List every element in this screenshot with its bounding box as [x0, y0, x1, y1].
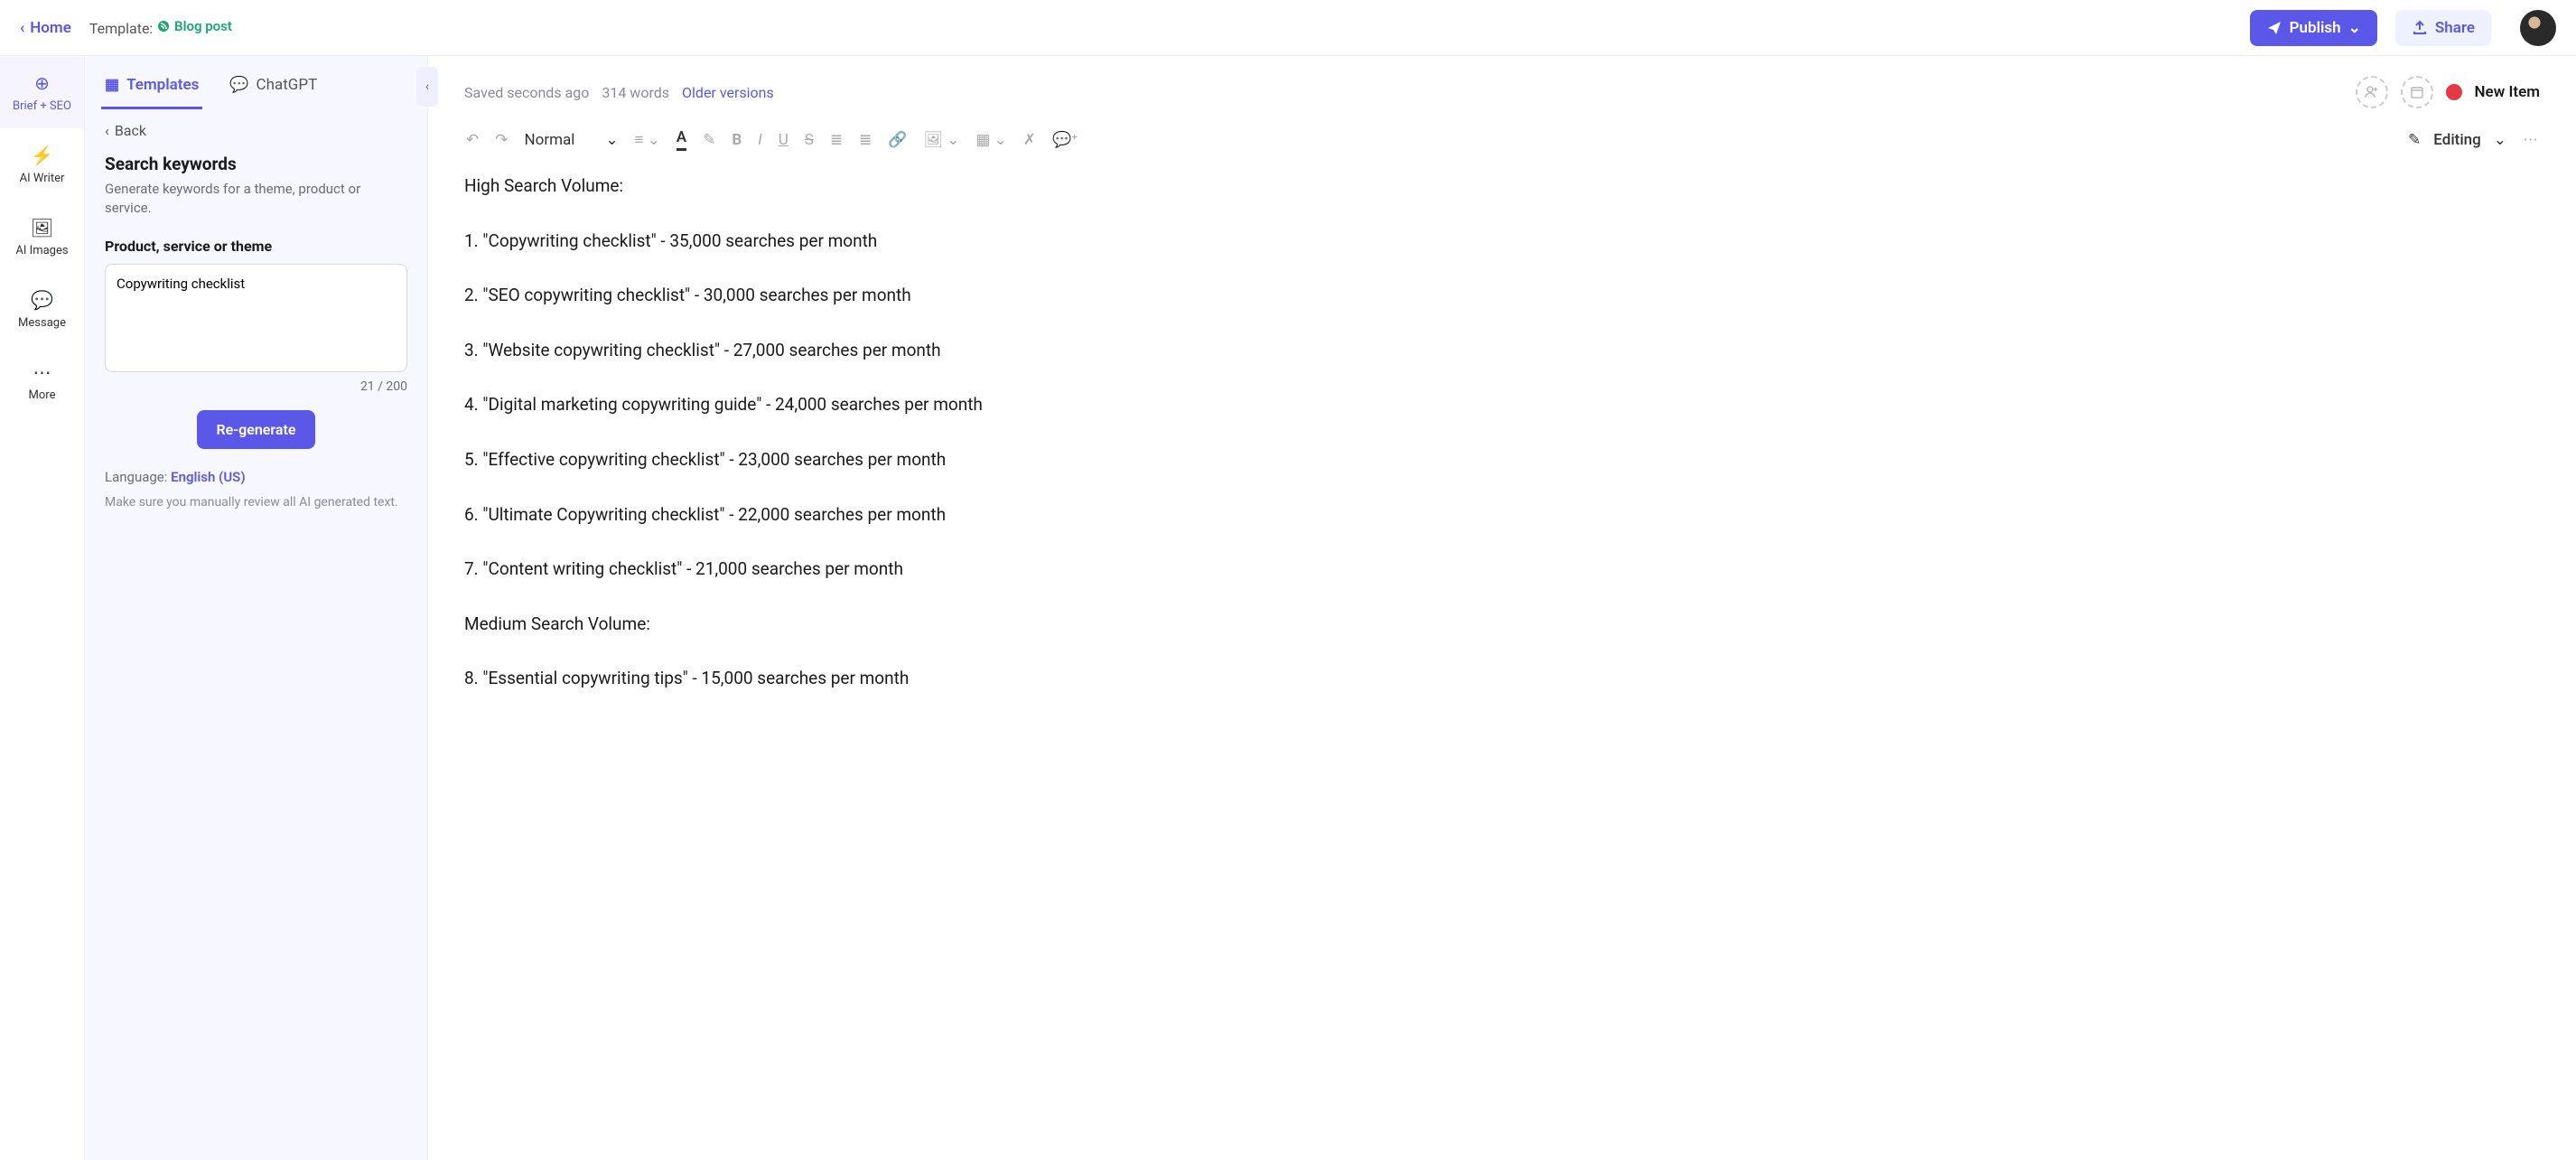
style-label: Normal [525, 131, 575, 149]
grid-icon: ▦ [105, 76, 119, 94]
tab-chatgpt[interactable]: 💬 ChatGPT [226, 67, 321, 109]
sidebar-item-label: AI Images [15, 244, 68, 257]
add-user-button[interactable] [2356, 76, 2388, 108]
home-label: Home [30, 19, 71, 37]
panel-title: Search keywords [105, 154, 407, 174]
tab-templates[interactable]: ▦ Templates [101, 67, 202, 109]
chat-icon: 💬 [229, 76, 248, 94]
style-select[interactable]: Normal ⌄ [525, 131, 619, 149]
sidebar-item-label: Brief + SEO [13, 99, 71, 113]
chevron-down-icon: ⌄ [2494, 131, 2506, 149]
template-name: Blog post [174, 18, 232, 34]
home-link[interactable]: ‹ Home [20, 19, 71, 37]
sidebar-item-brief-seo[interactable]: ⊕ Brief + SEO [0, 56, 84, 128]
bullet-list-button[interactable]: ≣ [830, 131, 843, 149]
disclaimer: Make sure you manually review all AI gen… [105, 494, 407, 512]
publish-label: Publish [2290, 19, 2341, 37]
share-label: Share [2435, 19, 2475, 37]
doc-line: 6. "Ultimate Copywriting checklist" - 22… [464, 503, 2540, 528]
link-button[interactable]: 🔗 [888, 131, 907, 149]
mode-label: Editing [2433, 131, 2480, 149]
chevron-down-icon: ⌄ [2348, 19, 2361, 37]
undo-button[interactable]: ↶ [466, 131, 479, 149]
pencil-icon: ✎ [2408, 131, 2421, 149]
calendar-button[interactable] [2401, 76, 2433, 108]
share-button[interactable]: Share [2395, 10, 2491, 46]
word-count: 314 words [602, 84, 669, 101]
collapse-panel-button[interactable]: ‹ [416, 67, 438, 107]
clear-format-button[interactable]: ✗ [1023, 131, 1036, 149]
bold-button[interactable]: B [732, 131, 742, 149]
tab-label: ChatGPT [257, 76, 318, 94]
language-link[interactable]: English (US) [171, 469, 245, 485]
doc-heading: Medium Search Volume: [464, 613, 2540, 637]
underline-button[interactable]: U [779, 131, 789, 149]
chat-icon: 💬 [31, 289, 53, 311]
sidebar-item-message[interactable]: 💬 Message [0, 273, 84, 345]
chevron-down-icon: ⌄ [605, 131, 618, 149]
upload-icon [2412, 20, 2428, 36]
bolt-icon: ⚡ [31, 145, 53, 166]
back-button[interactable]: ‹ Back [105, 122, 407, 139]
doc-line: 5. "Effective copywriting checklist" - 2… [464, 448, 2540, 472]
strikethrough-button[interactable]: S [805, 131, 814, 149]
sidebar-item-more[interactable]: ⋯ More [0, 345, 84, 417]
chevron-down-icon: ⌄ [648, 131, 660, 149]
language-row: Language: English (US) [105, 469, 407, 485]
target-icon: ⊕ [34, 72, 50, 94]
user-plus-icon [2365, 85, 2379, 99]
blog-icon [156, 19, 171, 33]
chevron-left-icon: ‹ [105, 122, 109, 139]
highlight-button[interactable]: ✎ [703, 131, 715, 149]
editor-toolbar: ↶ ↷ Normal ⌄ ≡ ⌄ A ✎ B I U S ≣ ≣ 🔗 🖼 ⌄ ▦… [464, 128, 2540, 151]
mode-select[interactable]: ✎ Editing ⌄ [2408, 131, 2506, 149]
doc-line: 8. "Essential copywriting tips" - 15,000… [464, 667, 2540, 691]
chevron-down-icon: ⌄ [994, 131, 1006, 149]
doc-line: 2. "SEO copywriting checklist" - 30,000 … [464, 284, 2540, 308]
italic-button[interactable]: I [758, 131, 761, 149]
doc-line: 4. "Digital marketing copywriting guide"… [464, 393, 2540, 417]
image-button[interactable]: 🖼 ⌄ [924, 131, 960, 149]
sidebar-item-ai-writer[interactable]: ⚡ AI Writer [0, 128, 84, 201]
older-versions-link[interactable]: Older versions [682, 84, 774, 101]
publish-button[interactable]: Publish ⌄ [2250, 10, 2377, 46]
doc-line: 1. "Copywriting checklist" - 35,000 sear… [464, 229, 2540, 254]
send-icon [2266, 20, 2282, 36]
tab-label: Templates [126, 76, 199, 94]
sidebar-item-label: AI Writer [20, 172, 65, 185]
theme-input[interactable] [105, 264, 407, 372]
back-label: Back [115, 122, 146, 139]
char-count: 21 / 200 [105, 379, 407, 394]
panel-description: Generate keywords for a theme, product o… [105, 180, 407, 218]
doc-line: 7. "Content writing checklist" - 21,000 … [464, 557, 2540, 582]
field-label: Product, service or theme [105, 238, 407, 255]
table-button[interactable]: ▦ ⌄ [975, 131, 1006, 149]
avatar[interactable] [2520, 10, 2556, 46]
text-color-button[interactable]: A [677, 128, 686, 151]
saved-status: Saved seconds ago [464, 84, 589, 101]
chevron-left-icon: ‹ [20, 19, 24, 37]
regenerate-button[interactable]: Re-generate [197, 410, 316, 449]
status-dot [2446, 84, 2462, 100]
template-block: Template: Blog post [89, 18, 232, 37]
numbered-list-button[interactable]: ≣ [859, 131, 872, 149]
dots-icon: ⋯ [33, 361, 51, 383]
redo-button[interactable]: ↷ [495, 131, 508, 149]
more-button[interactable]: ⋯ [2523, 131, 2540, 149]
sidebar-item-label: More [29, 388, 56, 402]
doc-heading: High Search Volume: [464, 174, 2540, 199]
sidebar-item-label: Message [18, 316, 66, 330]
align-button[interactable]: ≡ ⌄ [635, 131, 660, 149]
chevron-down-icon: ⌄ [947, 131, 959, 149]
template-link[interactable]: Blog post [156, 18, 232, 34]
comment-button[interactable]: 💬⁺ [1052, 131, 1078, 149]
doc-line: 3. "Website copywriting checklist" - 27,… [464, 339, 2540, 363]
sidebar-item-ai-images[interactable]: 🖼 AI Images [0, 201, 84, 273]
document-body[interactable]: High Search Volume: 1. "Copywriting chec… [464, 174, 2540, 1140]
template-prefix: Template: [89, 20, 153, 37]
image-icon: 🖼 [31, 217, 53, 239]
new-item-label: New Item [2475, 83, 2540, 101]
language-label: Language: [105, 469, 167, 485]
calendar-icon [2410, 85, 2424, 99]
